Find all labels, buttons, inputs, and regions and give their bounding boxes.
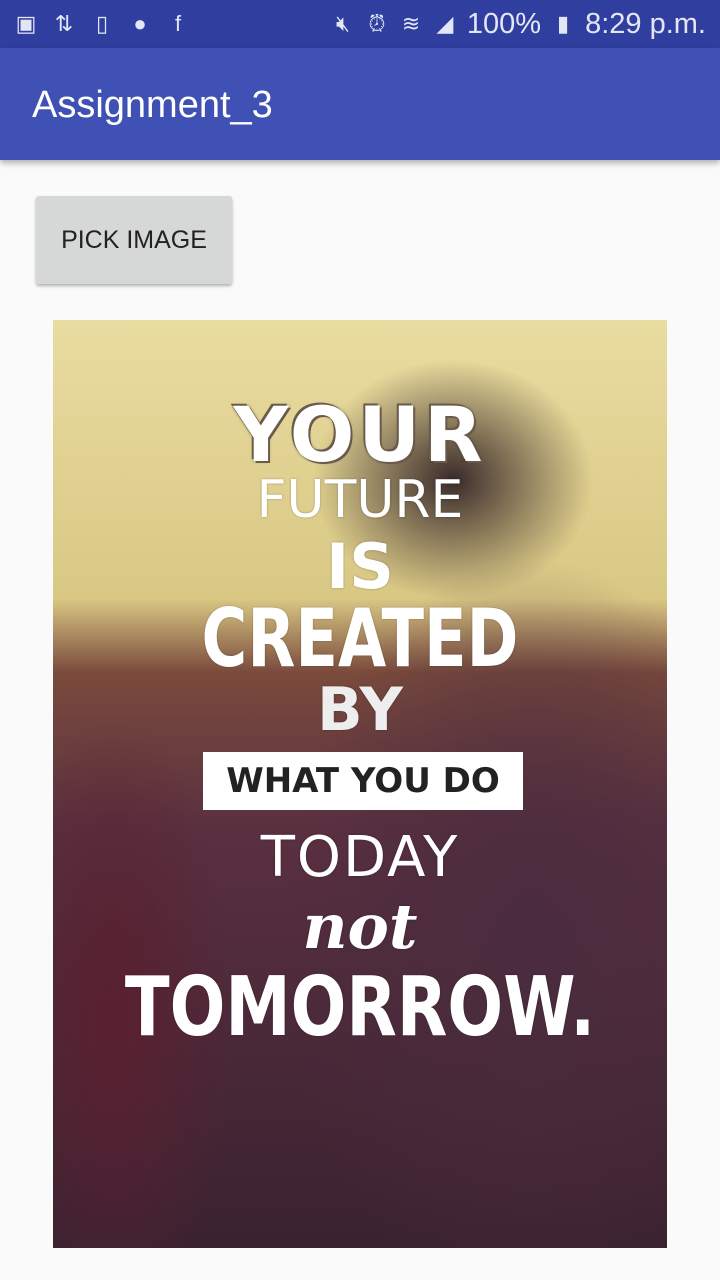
mute-icon: 🔇︎	[335, 11, 350, 36]
wifi-icon: ≋	[401, 11, 421, 36]
poster-line: BY	[317, 675, 403, 745]
poster-line: TOMORROW.	[124, 960, 596, 1055]
facebook-icon: f	[174, 11, 182, 36]
selected-image: YOUR FUTURE IS CREATED BY WHAT YOU DO TO…	[53, 320, 667, 1248]
poster-line: TODAY	[260, 825, 460, 890]
app-title: Assignment_3	[32, 84, 273, 126]
poster-line: not	[302, 890, 418, 963]
battery-level: 100%	[466, 7, 542, 40]
poster-banner: WHAT YOU DO	[203, 752, 523, 810]
poster-line: CREATED	[201, 592, 519, 685]
phone-clock-icon: ▯	[95, 11, 109, 36]
messenger-icon: ●	[133, 11, 147, 36]
data-transfer-icon: ⇅	[54, 11, 74, 36]
signal-icon: ◢	[436, 11, 454, 36]
gallery-icon: ▣	[15, 11, 37, 36]
poster-line: YOUR	[233, 390, 487, 479]
battery-icon: ▮	[557, 11, 570, 36]
alarm-icon: ⏰︎	[368, 11, 386, 36]
app-bar: Assignment_3	[0, 48, 720, 160]
status-bar: ▣ ⇅ ▯ ● f 🔇︎ ⏰︎ ≋ ◢ 100% ▮ 8:29 p.m.	[0, 0, 720, 48]
clock: 8:29 p.m.	[585, 7, 706, 40]
pick-image-button[interactable]: PICK IMAGE	[36, 196, 232, 284]
poster-line: FUTURE	[256, 470, 464, 530]
